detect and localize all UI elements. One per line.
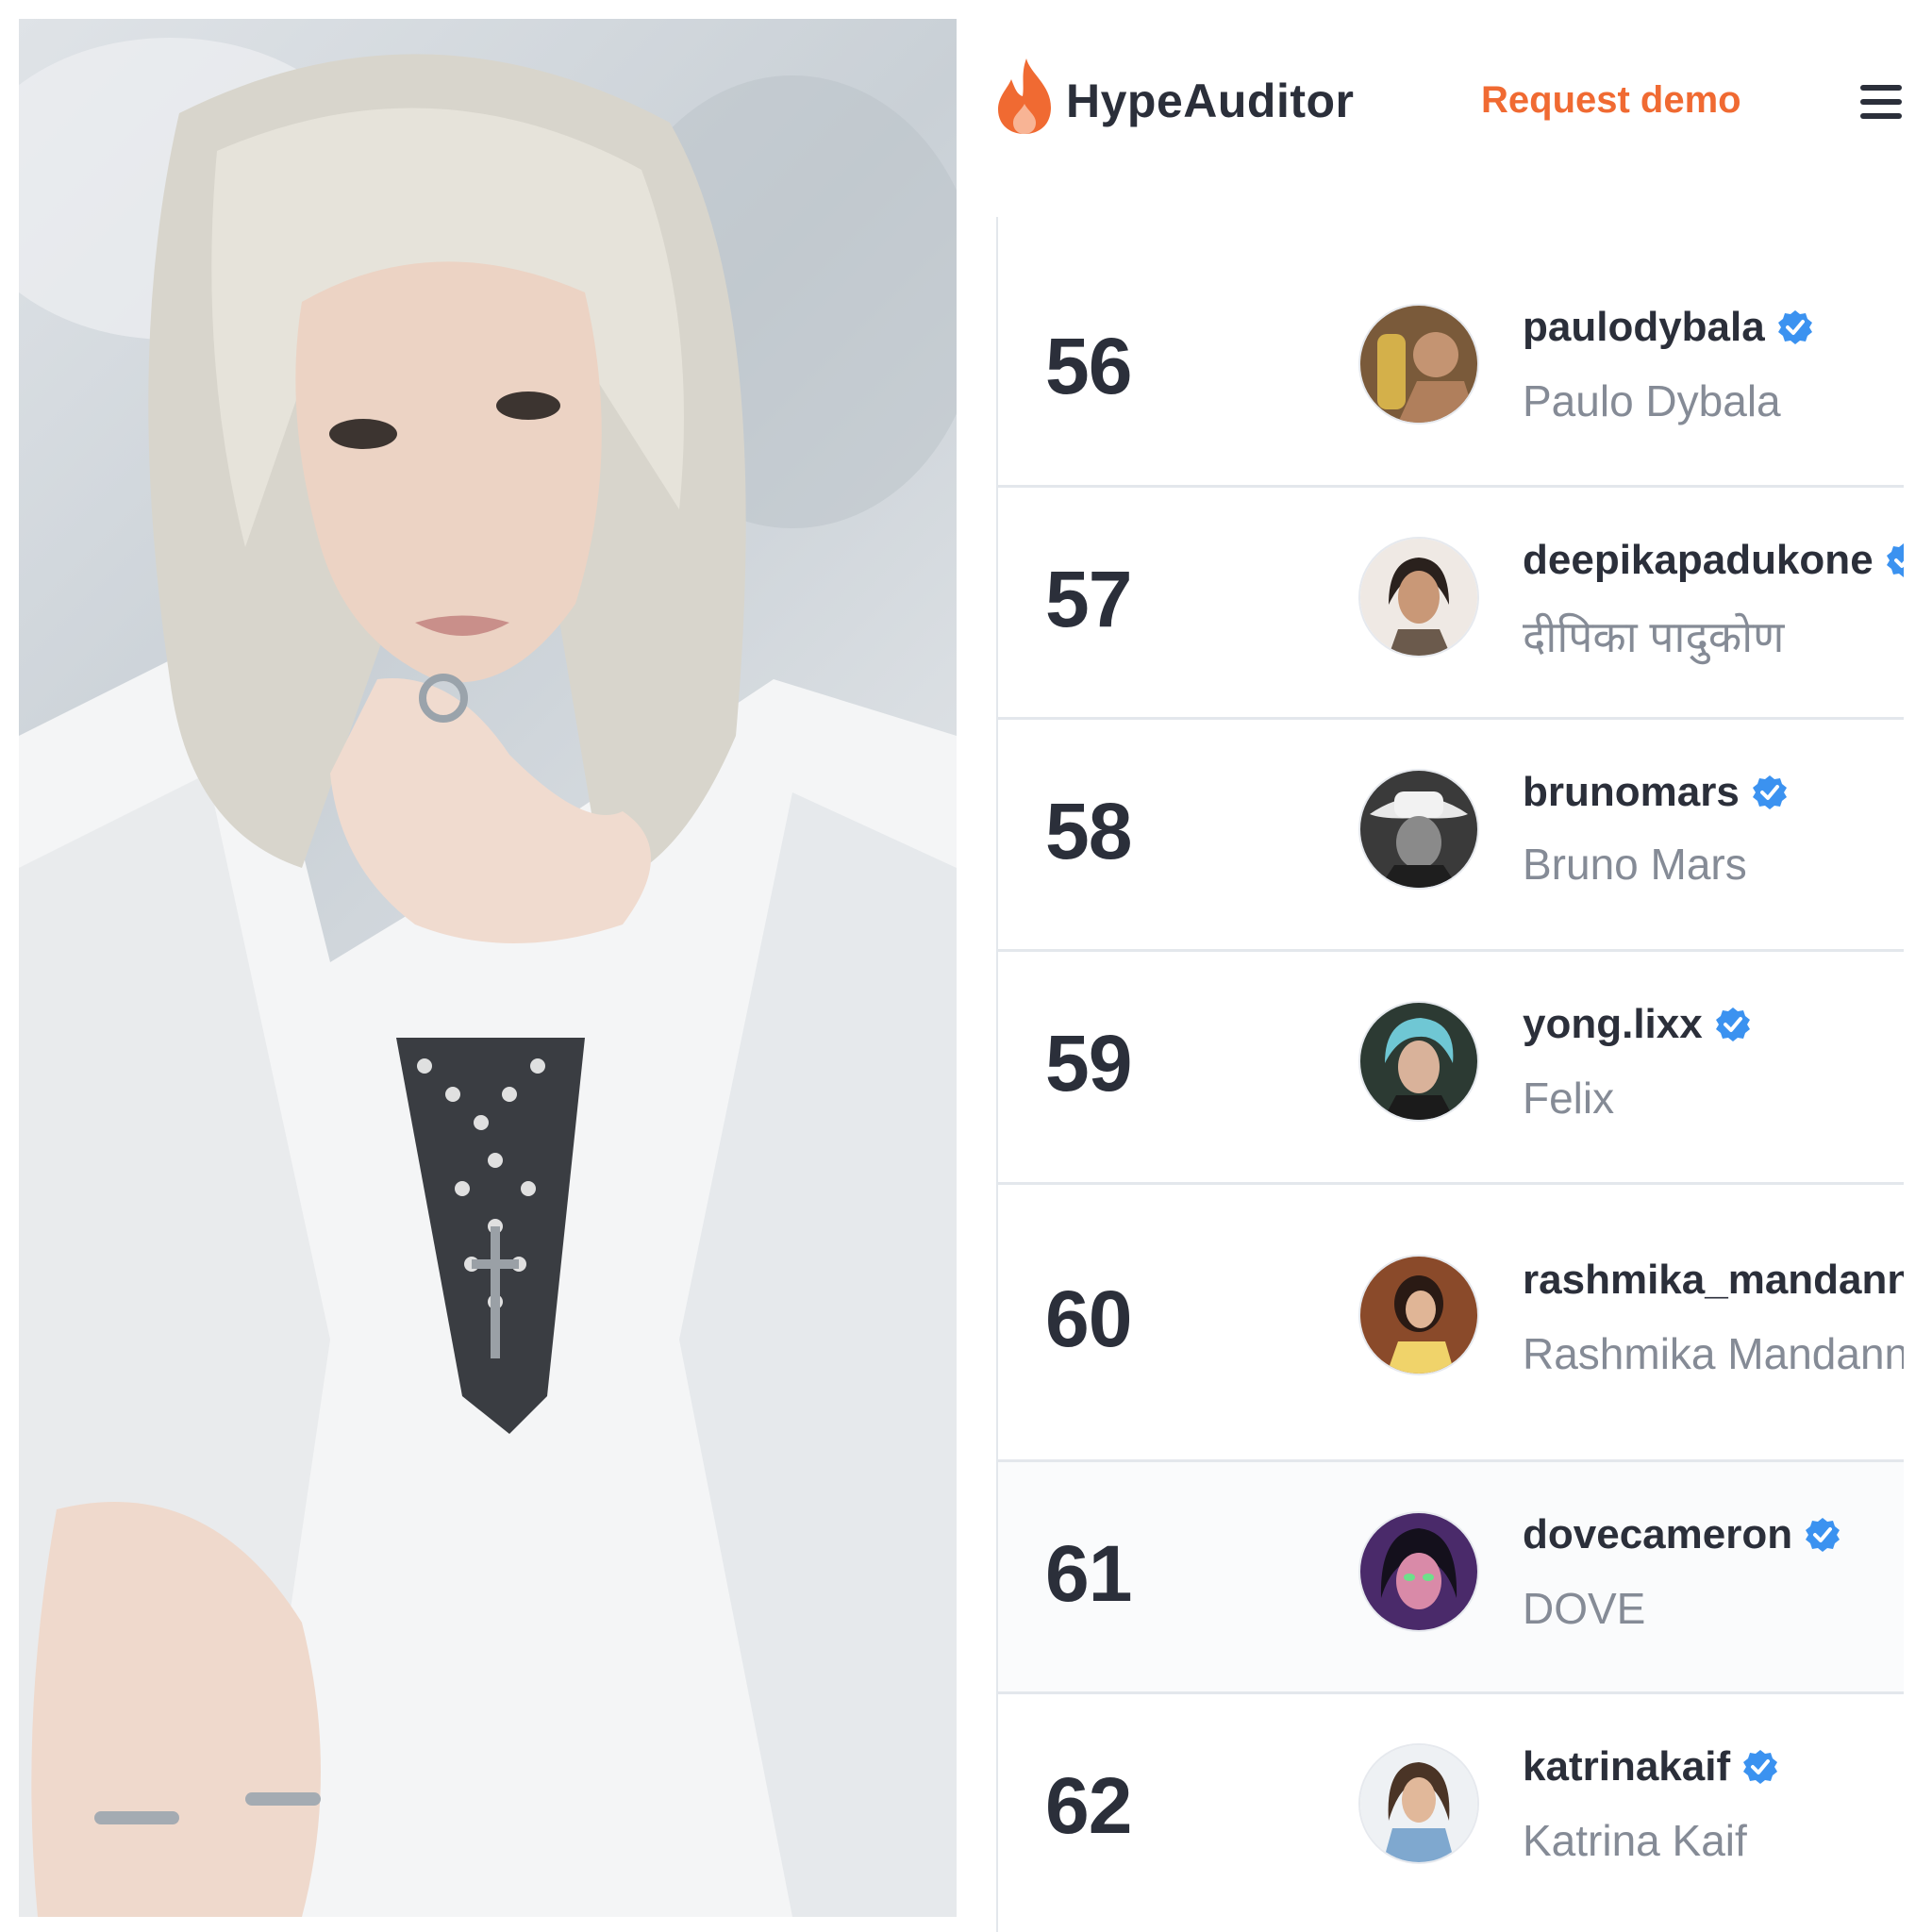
ranking-app: HypeAuditor Request demo 56 paulodybala … xyxy=(981,0,1932,1932)
avatar[interactable] xyxy=(1360,771,1477,888)
rank-number: 62 xyxy=(1045,1761,1132,1850)
hamburger-menu-icon[interactable] xyxy=(1860,81,1902,123)
verified-badge-icon xyxy=(1806,1518,1840,1552)
handle-line[interactable]: paulodybala xyxy=(1523,304,1814,351)
handle-line[interactable]: deepikapadukone xyxy=(1523,537,1904,584)
ranking-row[interactable]: 60 rashmika_mandanna Rashmika Mandanna xyxy=(998,1185,1904,1462)
handle[interactable]: katrinakaif xyxy=(1523,1743,1730,1790)
handle[interactable]: deepikapadukone xyxy=(1523,537,1874,583)
avatar[interactable] xyxy=(1360,306,1477,423)
ranking-list: 56 paulodybala Paulo Dybala 57 deepikapa… xyxy=(996,217,1904,1932)
verified-badge-icon xyxy=(1777,310,1812,344)
full-name: Katrina Kaif xyxy=(1523,1816,1747,1865)
handle[interactable]: paulodybala xyxy=(1523,304,1765,350)
ranking-row[interactable]: 59 yong.lixx Felix xyxy=(998,952,1904,1185)
rank-number: 61 xyxy=(1045,1529,1132,1618)
rank-number: 59 xyxy=(1045,1019,1132,1108)
rank-number: 60 xyxy=(1045,1274,1132,1363)
handle[interactable]: brunomars xyxy=(1523,769,1740,815)
ranking-row[interactable]: 57 deepikapadukone दीपिका पादुकोण xyxy=(998,488,1904,720)
full-name: Felix xyxy=(1523,1074,1615,1123)
full-name: दीपिका पादुकोण xyxy=(1523,612,1785,661)
avatar[interactable] xyxy=(1360,1257,1477,1374)
avatar[interactable] xyxy=(1360,1745,1477,1862)
rank-number: 57 xyxy=(1045,555,1132,643)
avatar[interactable] xyxy=(1360,539,1477,656)
avatar[interactable] xyxy=(1360,1003,1477,1120)
handle-line[interactable]: brunomars xyxy=(1523,769,1789,816)
rank-number: 58 xyxy=(1045,787,1132,875)
handle-line[interactable]: dovecameron xyxy=(1523,1511,1841,1558)
handle[interactable]: yong.lixx xyxy=(1523,1001,1703,1047)
ranking-row[interactable]: 62 katrinakaif Katrina Kaif xyxy=(998,1694,1904,1932)
verified-badge-icon xyxy=(1752,775,1787,809)
portrait-photo xyxy=(19,19,957,1917)
list-top-divider xyxy=(998,217,1904,258)
avatar[interactable] xyxy=(1360,1513,1477,1630)
full-name: Bruno Mars xyxy=(1523,840,1747,889)
full-name: Rashmika Mandanna xyxy=(1523,1329,1904,1378)
full-name: DOVE xyxy=(1523,1584,1646,1633)
app-header: HypeAuditor Request demo xyxy=(981,0,1932,212)
handle[interactable]: rashmika_mandanna xyxy=(1523,1257,1904,1303)
request-demo-link[interactable]: Request demo xyxy=(1481,79,1741,122)
ranking-row[interactable]: 56 paulodybala Paulo Dybala xyxy=(998,255,1904,488)
verified-badge-icon xyxy=(1743,1750,1778,1784)
flame-logo-icon[interactable] xyxy=(992,57,1058,136)
rank-number: 56 xyxy=(1045,322,1132,410)
handle[interactable]: dovecameron xyxy=(1523,1511,1792,1557)
full-name: Paulo Dybala xyxy=(1523,376,1781,425)
verified-badge-icon xyxy=(1886,543,1904,577)
ranking-row[interactable]: 58 brunomars Bruno Mars xyxy=(998,720,1904,952)
verified-badge-icon xyxy=(1715,1008,1750,1041)
handle-line[interactable]: katrinakaif xyxy=(1523,1743,1779,1790)
brand-name[interactable]: HypeAuditor xyxy=(1066,74,1355,128)
handle-line[interactable]: yong.lixx xyxy=(1523,1001,1752,1048)
ranking-row[interactable]: 61 dovecameron DOVE xyxy=(998,1462,1904,1694)
handle-line[interactable]: rashmika_mandanna xyxy=(1523,1257,1904,1304)
